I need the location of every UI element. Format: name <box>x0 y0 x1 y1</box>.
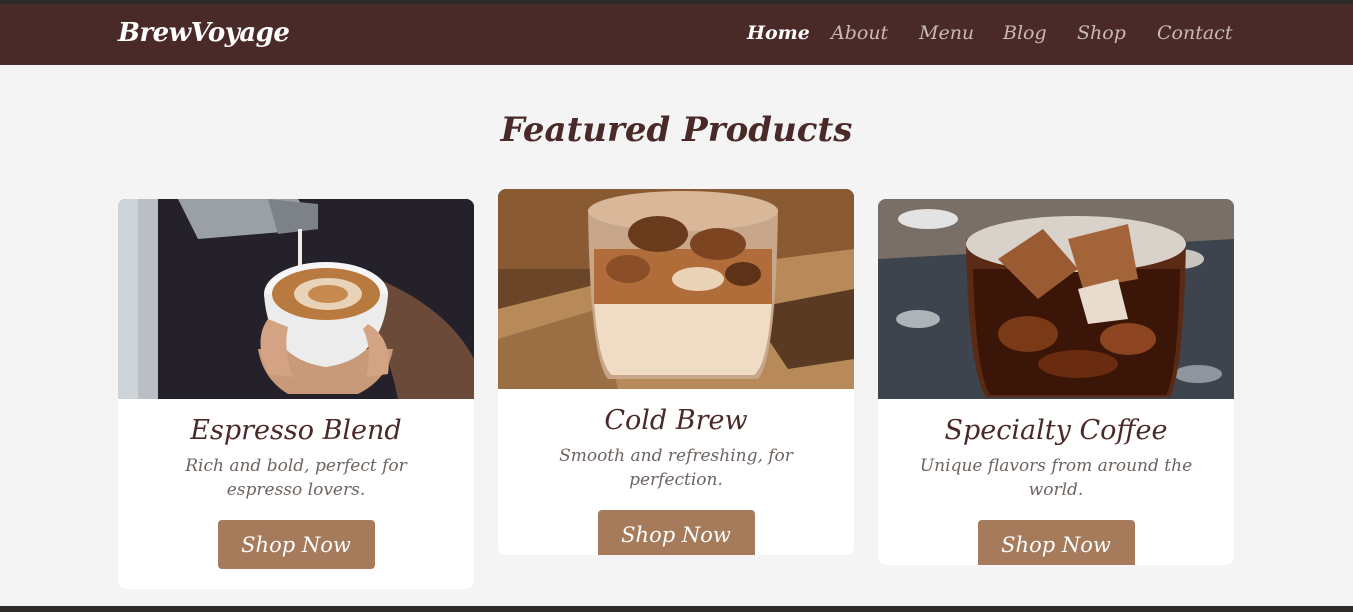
nav-link-about[interactable]: About <box>831 22 888 44</box>
product-card-specialty: Specialty Coffee Unique flavors from aro… <box>878 199 1234 565</box>
product-card-cold-brew: Cold Brew Smooth and refreshing, for per… <box>498 189 854 555</box>
bottom-edge-strip <box>0 606 1353 612</box>
shop-now-button[interactable]: Shop Now <box>597 510 755 555</box>
iced-coffee-glass-image <box>498 189 854 389</box>
nav-link-shop[interactable]: Shop <box>1077 22 1126 44</box>
product-title: Cold Brew <box>604 405 748 436</box>
brand-logo[interactable]: BrewVoyage <box>118 18 290 48</box>
nav-link-menu[interactable]: Menu <box>919 22 974 44</box>
shop-now-button[interactable]: Shop Now <box>217 520 375 569</box>
nav-link-home[interactable]: Home <box>747 22 810 44</box>
navbar: BrewVoyage Home About Menu Blog Shop Con… <box>0 4 1353 65</box>
nav-link-contact[interactable]: Contact <box>1157 22 1232 44</box>
shop-now-button[interactable]: Shop Now <box>977 520 1135 565</box>
latte-art-cup-image <box>118 199 474 399</box>
product-title: Specialty Coffee <box>944 415 1168 446</box>
nav-link-blog[interactable]: Blog <box>1003 22 1047 44</box>
product-title: Espresso Blend <box>190 415 402 446</box>
product-card-espresso: Espresso Blend Rich and bold, perfect fo… <box>118 199 474 589</box>
product-description: Rich and bold, perfect for espresso love… <box>185 456 407 500</box>
product-description: Smooth and refreshing, for perfection. <box>559 446 793 490</box>
iced-americano-glass-image <box>878 199 1234 399</box>
product-description: Unique flavors from around the world. <box>919 456 1193 500</box>
section-title: Featured Products <box>500 110 853 150</box>
